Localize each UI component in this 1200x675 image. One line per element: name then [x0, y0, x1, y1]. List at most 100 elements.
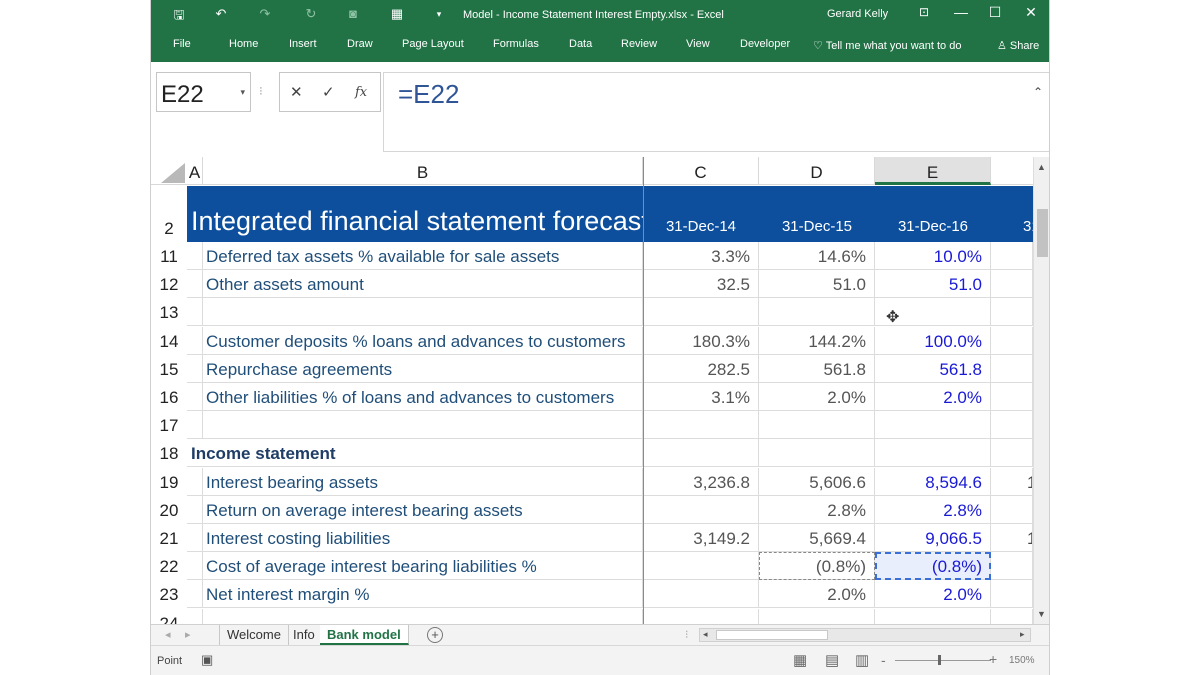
customize-icon[interactable]: ▾: [429, 9, 449, 20]
cell-value[interactable]: [759, 608, 875, 624]
camera-icon[interactable]: ◙: [343, 6, 363, 21]
add-sheet-icon[interactable]: +: [427, 627, 443, 643]
cell[interactable]: [187, 467, 203, 496]
macro-record-icon[interactable]: ▣: [201, 652, 213, 668]
cell[interactable]: [187, 242, 203, 270]
row-header[interactable]: 21: [151, 524, 187, 552]
cell-value[interactable]: [991, 552, 1033, 581]
page-break-view-icon[interactable]: ▥: [855, 651, 869, 669]
cell-value[interactable]: 9,066.5: [875, 524, 991, 552]
cell[interactable]: [187, 354, 203, 383]
cell-value[interactable]: [875, 608, 991, 624]
row-label[interactable]: Deferred tax assets % available for sale…: [203, 242, 643, 270]
cell-value[interactable]: 1: [991, 467, 1033, 496]
cell[interactable]: [187, 383, 203, 411]
redo-icon[interactable]: ↷: [255, 6, 275, 22]
ribbon-display-icon[interactable]: ⊡: [914, 5, 934, 19]
scroll-thumb[interactable]: [1037, 209, 1048, 257]
cell-value[interactable]: 32.5: [643, 270, 759, 299]
cell[interactable]: [187, 298, 203, 327]
cell-value[interactable]: [991, 242, 1033, 270]
cell-value[interactable]: 10.0%: [875, 242, 991, 270]
cell[interactable]: [187, 270, 203, 299]
row-header[interactable]: 11: [151, 242, 187, 270]
row-label[interactable]: Return on average interest bearing asset…: [203, 495, 643, 524]
cell-value[interactable]: 2.0%: [875, 383, 991, 411]
cell-value[interactable]: 100.0%: [875, 326, 991, 355]
zoom-out-icon[interactable]: -: [881, 652, 886, 668]
sheet-tab-info[interactable]: Info: [286, 625, 323, 645]
row-header[interactable]: 14: [151, 326, 187, 355]
cell-value[interactable]: 1: [991, 524, 1033, 552]
cell-value[interactable]: [643, 580, 759, 609]
cell-value[interactable]: [991, 580, 1033, 609]
scroll-right-icon[interactable]: ▸: [1020, 629, 1025, 640]
cell-value[interactable]: [643, 411, 759, 440]
tab-page-layout[interactable]: Page Layout: [402, 38, 464, 50]
cell-value[interactable]: [991, 608, 1033, 624]
cell-value[interactable]: 3.1%: [643, 383, 759, 411]
calculator-icon[interactable]: ▦: [387, 6, 407, 22]
row-header[interactable]: 18: [151, 439, 187, 468]
row-label[interactable]: Customer deposits % loans and advances t…: [203, 326, 643, 355]
name-box[interactable]: E22 ▾: [156, 72, 251, 112]
cell-value[interactable]: 3.3%: [643, 242, 759, 270]
cell-value[interactable]: 561.8: [759, 354, 875, 383]
row-header[interactable]: 24: [151, 608, 187, 624]
cell-value[interactable]: [643, 495, 759, 524]
cell-value[interactable]: 2.8%: [875, 495, 991, 524]
cell-value[interactable]: (0.8%): [759, 552, 875, 581]
row-header[interactable]: 17: [151, 411, 187, 440]
row-label[interactable]: Repurchase agreements: [203, 354, 643, 383]
cell-value[interactable]: 180.3%: [643, 326, 759, 355]
date-header-f[interactable]: 31: [991, 218, 1033, 235]
row-label[interactable]: Cost of average interest bearing liabili…: [203, 552, 643, 581]
cell[interactable]: [187, 552, 203, 581]
row-label[interactable]: [203, 411, 643, 440]
page-layout-view-icon[interactable]: ▤: [825, 651, 839, 669]
cell-value[interactable]: [643, 608, 759, 624]
cell[interactable]: [187, 495, 203, 524]
save-icon[interactable]: 🖫: [169, 6, 189, 28]
cell-value[interactable]: 14.6%: [759, 242, 875, 270]
cell-value[interactable]: 5,606.6: [759, 467, 875, 496]
date-header-c[interactable]: 31-Dec-14: [643, 218, 759, 235]
column-header-a[interactable]: A: [187, 157, 203, 185]
cell-value[interactable]: 282.5: [643, 354, 759, 383]
row-label[interactable]: Interest bearing assets: [203, 467, 643, 496]
cell-value[interactable]: 144.2%: [759, 326, 875, 355]
chevron-down-icon[interactable]: ▾: [240, 87, 245, 98]
cell-value[interactable]: [643, 439, 759, 468]
row-label[interactable]: Other liabilities % of loans and advance…: [203, 383, 643, 411]
cell-value[interactable]: [991, 439, 1033, 468]
row-label[interactable]: [203, 608, 643, 624]
cell-value[interactable]: [643, 298, 759, 327]
tab-insert[interactable]: Insert: [289, 38, 317, 50]
cell-value[interactable]: 2.0%: [759, 580, 875, 609]
sheet-title[interactable]: Integrated financial statement forecast: [191, 206, 643, 237]
cell-value[interactable]: [875, 411, 991, 440]
cell-value[interactable]: 2.0%: [875, 580, 991, 609]
drag-handle-icon[interactable]: ⁝: [259, 84, 263, 98]
chevron-up-icon[interactable]: ⌃: [1033, 85, 1043, 99]
vertical-scrollbar[interactable]: ▲ ▼: [1033, 157, 1049, 624]
cell-value[interactable]: [991, 383, 1033, 411]
cell-value[interactable]: 2.8%: [759, 495, 875, 524]
row-label[interactable]: Interest costing liabilities: [203, 524, 643, 552]
cell-value[interactable]: (0.8%): [875, 552, 991, 581]
cell-value[interactable]: [759, 411, 875, 440]
cell-value[interactable]: [991, 354, 1033, 383]
cell-value[interactable]: [991, 298, 1033, 327]
date-header-d[interactable]: 31-Dec-15: [759, 218, 875, 235]
cell-value[interactable]: 3,236.8: [643, 467, 759, 496]
user-name[interactable]: Gerard Kelly: [827, 8, 888, 20]
minimize-button[interactable]: —: [951, 4, 971, 20]
sheet-prev-icon[interactable]: ◂: [165, 628, 171, 641]
share-button[interactable]: ♙ Share: [997, 39, 1039, 52]
cell-value[interactable]: 8,594.6: [875, 467, 991, 496]
split-handle-icon[interactable]: ⁝: [685, 628, 689, 641]
cell[interactable]: [187, 608, 203, 624]
cell-value[interactable]: 51.0: [875, 270, 991, 299]
sheet-tab-welcome[interactable]: Welcome: [219, 625, 289, 645]
sheet-next-icon[interactable]: ▸: [185, 628, 191, 641]
